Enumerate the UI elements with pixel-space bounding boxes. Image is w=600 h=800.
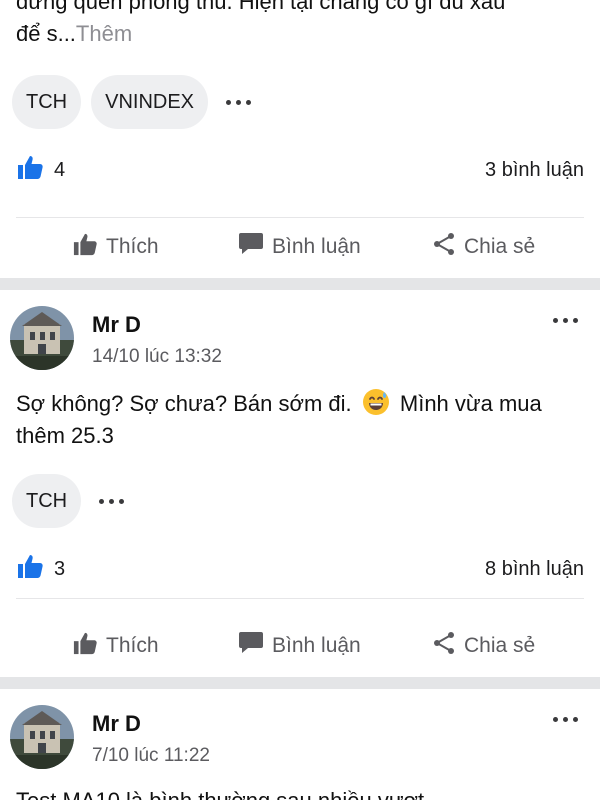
post-timestamp: 7/10 lúc 11:22 bbox=[92, 745, 210, 766]
like-button[interactable]: Thích bbox=[72, 232, 159, 262]
thumbs-up-icon bbox=[72, 631, 98, 661]
separator-line bbox=[16, 217, 584, 218]
thumbs-up-icon bbox=[72, 232, 98, 262]
like-count[interactable]: 3 bbox=[16, 553, 65, 585]
share-label: Chia sẻ bbox=[464, 634, 536, 657]
post-2: Mr D 14/10 lúc 13:32 Sợ không? Sợ chưa? … bbox=[0, 290, 600, 677]
post-text-part-a: Sợ không? Sợ chưa? Bán sớm đi. bbox=[16, 391, 352, 416]
avatar[interactable] bbox=[10, 705, 74, 769]
post-text-line-2: thêm 25.3 bbox=[16, 423, 114, 448]
post-text-line-1: Test MA10 là bình thường sau nhiều vượt bbox=[16, 785, 580, 800]
like-label: Thích bbox=[106, 235, 159, 258]
thumbs-up-filled-icon bbox=[16, 553, 44, 585]
comment-bubble-icon bbox=[238, 232, 264, 262]
comment-count[interactable]: 3 bình luận bbox=[485, 159, 584, 182]
post-menu-button[interactable] bbox=[553, 717, 578, 722]
post-text: đừng quên phòng thủ. Hiện tại chẳng có g… bbox=[16, 0, 580, 50]
post-text-line-2: để s...Thêm bbox=[16, 18, 580, 50]
post-divider bbox=[0, 278, 600, 290]
post-3: Mr D 7/10 lúc 11:22 Test MA10 là bình th… bbox=[0, 689, 600, 800]
comment-button[interactable]: Bình luận bbox=[238, 631, 361, 661]
post-timestamp: 14/10 lúc 13:32 bbox=[92, 346, 222, 367]
like-label: Thích bbox=[106, 634, 159, 657]
tag-vnindex[interactable]: VNINDEX bbox=[91, 75, 209, 129]
post-1: đừng quên phòng thủ. Hiện tại chẳng có g… bbox=[0, 0, 600, 278]
author-name[interactable]: Mr D bbox=[92, 711, 141, 737]
comment-count[interactable]: 8 bình luận bbox=[485, 558, 584, 581]
comment-label: Bình luận bbox=[272, 634, 361, 657]
post-text-truncated: để s... bbox=[16, 21, 76, 46]
post-actions: Thích Bình luận Chia sẻ bbox=[0, 227, 600, 267]
share-button[interactable]: Chia sẻ bbox=[432, 631, 535, 661]
like-count-value: 4 bbox=[54, 158, 66, 181]
avatar[interactable] bbox=[10, 306, 74, 370]
post-actions: Thích Bình luận Chia sẻ bbox=[0, 626, 600, 666]
post-text-line-1: đừng quên phòng thủ. Hiện tại chẳng có g… bbox=[16, 0, 506, 14]
comment-button[interactable]: Bình luận bbox=[238, 232, 361, 262]
ticker-tags: TCH bbox=[12, 474, 132, 528]
post-header: Mr D 7/10 lúc 11:22 bbox=[0, 705, 600, 785]
ticker-tags: TCH VNINDEX bbox=[12, 75, 259, 129]
post-text-line-1: Sợ không? Sợ chưa? Bán sớm đi. Mình vừa … bbox=[16, 388, 580, 420]
post-header: Mr D 14/10 lúc 13:32 bbox=[0, 306, 600, 386]
share-button[interactable]: Chia sẻ bbox=[432, 232, 535, 262]
share-icon bbox=[432, 232, 456, 262]
share-label: Chia sẻ bbox=[464, 235, 536, 258]
post-menu-button[interactable] bbox=[553, 318, 578, 323]
grinning-sweat-emoji-icon bbox=[362, 388, 390, 416]
like-count[interactable]: 4 bbox=[16, 154, 65, 186]
post-text: Sợ không? Sợ chưa? Bán sớm đi. Mình vừa … bbox=[16, 388, 580, 452]
post-text: Test MA10 là bình thường sau nhiều vượt bbox=[16, 785, 580, 800]
post-stats: 4 3 bình luận bbox=[16, 155, 584, 185]
tag-tch[interactable]: TCH bbox=[12, 474, 82, 528]
share-icon bbox=[432, 631, 456, 661]
more-tags-button[interactable] bbox=[91, 474, 132, 528]
separator-line bbox=[16, 598, 584, 599]
tag-tch[interactable]: TCH bbox=[12, 75, 82, 129]
post-divider bbox=[0, 677, 600, 689]
thumbs-up-filled-icon bbox=[16, 154, 44, 186]
more-tags-button[interactable] bbox=[218, 75, 259, 129]
like-count-value: 3 bbox=[54, 557, 66, 580]
like-button[interactable]: Thích bbox=[72, 631, 159, 661]
see-more-link[interactable]: Thêm bbox=[76, 21, 132, 46]
post-stats: 3 8 bình luận bbox=[16, 554, 584, 584]
post-text-part-b: Mình vừa mua bbox=[399, 391, 542, 416]
comment-label: Bình luận bbox=[272, 235, 361, 258]
author-name[interactable]: Mr D bbox=[92, 312, 141, 338]
comment-bubble-icon bbox=[238, 631, 264, 661]
